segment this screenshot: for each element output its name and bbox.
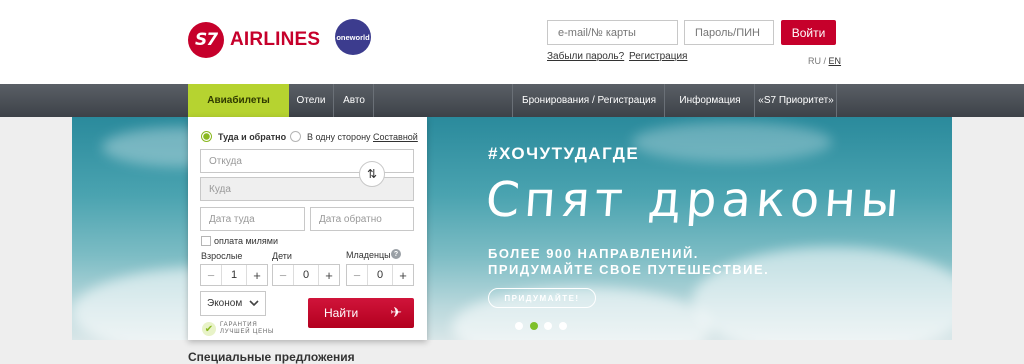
miles-label[interactable]: оплата милями (214, 236, 278, 246)
children-label: Дети (272, 251, 292, 261)
nav-flights[interactable]: Авиабилеты (188, 84, 289, 117)
nav-divider (836, 84, 837, 117)
banner-subtitle-line1: БОЛЕЕ 900 НАПРАВЛЕНИЙ. (488, 246, 699, 261)
oneworld-logo[interactable]: oneworld (335, 19, 371, 55)
nav-bookings[interactable]: Бронирования / Регистрация (514, 84, 664, 117)
search-flights-button[interactable]: Найти ✈ (308, 298, 414, 328)
nav-hotels[interactable]: Отели (289, 84, 333, 117)
infants-label: Младенцы (346, 250, 391, 260)
adults-stepper: − 1 + (200, 264, 268, 286)
nav-divider (333, 84, 334, 117)
logo-mark: S7 (188, 22, 224, 58)
infants-stepper: − 0 + (346, 264, 414, 286)
infants-plus-button[interactable]: + (393, 265, 413, 285)
banner-cta-button[interactable]: ПРИДУМАЙТЕ! (488, 288, 596, 308)
special-offers-title: Специальные предложения (188, 350, 355, 364)
forgot-password-link[interactable]: Забыли пароль? (547, 51, 624, 62)
slide-dot-4[interactable] (559, 322, 567, 330)
infants-minus-button[interactable]: − (347, 265, 367, 285)
depart-date-input[interactable]: Дата туда (200, 207, 305, 231)
site-header: S7 AIRLINES oneworld Войти Забыли пароль… (0, 0, 1024, 84)
airplane-icon: ✈ (390, 304, 402, 320)
return-date-input[interactable]: Дата обратно (310, 207, 414, 231)
cloud-decoration (692, 247, 952, 340)
infants-count: 0 (367, 265, 393, 285)
cabin-class-value: Эконом (207, 298, 243, 309)
guarantee-line1: ГАРАНТИЯ (220, 322, 258, 328)
search-button-label: Найти (324, 306, 359, 320)
cabin-class-select[interactable]: Эконом (200, 291, 266, 316)
adults-label: Взрослые (201, 251, 243, 261)
checkmark-icon: ✔ (202, 322, 216, 336)
slide-dot-3[interactable] (544, 322, 552, 330)
children-stepper: − 0 + (272, 264, 340, 286)
nav-divider (512, 84, 513, 117)
nav-divider (664, 84, 665, 117)
infants-help-icon[interactable]: ? (391, 249, 401, 259)
adults-plus-button[interactable]: + (247, 265, 267, 285)
children-plus-button[interactable]: + (319, 265, 339, 285)
email-field[interactable] (547, 20, 678, 45)
lang-separator: / (821, 56, 829, 66)
swap-route-icon[interactable]: ⇅ (359, 161, 385, 187)
miles-checkbox[interactable] (201, 236, 211, 246)
oneway-label[interactable]: В одну сторону (307, 132, 371, 142)
lang-ru[interactable]: RU (808, 56, 821, 66)
language-switcher: RU / EN (808, 56, 841, 66)
guarantee-line2: ЛУЧШЕЙ ЦЕНЫ (220, 329, 275, 335)
oneway-radio[interactable] (290, 131, 301, 142)
nav-divider (373, 84, 374, 117)
adults-count: 1 (221, 265, 247, 285)
lang-en[interactable]: EN (829, 56, 842, 66)
slide-dot-2[interactable] (530, 322, 538, 330)
register-link[interactable]: Регистрация (629, 51, 687, 62)
nav-priority[interactable]: «S7 Приоритет» (756, 84, 836, 117)
multi-city-link[interactable]: Составной (373, 132, 418, 142)
slide-dot-1[interactable] (515, 322, 523, 330)
banner-headline: Спят драконы (484, 172, 906, 228)
password-field[interactable] (684, 20, 774, 45)
children-count: 0 (293, 265, 319, 285)
banner-subtitle-line2: ПРИДУМАЙТЕ СВОЕ ПУТЕШЕСТВИЕ. (488, 262, 770, 277)
logo-text: AIRLINES (230, 29, 321, 50)
roundtrip-radio[interactable] (201, 131, 212, 142)
cloud-decoration (632, 122, 832, 162)
s7-logo[interactable]: S7 AIRLINES (188, 22, 320, 58)
nav-info[interactable]: Информация (666, 84, 754, 117)
nav-divider (754, 84, 755, 117)
adults-minus-button[interactable]: − (201, 265, 221, 285)
main-nav: Авиабилеты Отели Авто Бронирования / Рег… (0, 84, 1024, 117)
nav-cars[interactable]: Авто (335, 84, 373, 117)
banner-hashtag: #ХОЧУТУДАГДЕ (488, 144, 640, 163)
best-price-guarantee[interactable]: ✔ ГАРАНТИЯ ЛУЧШЕЙ ЦЕНЫ (202, 322, 274, 336)
chevron-down-icon (249, 298, 259, 309)
login-button[interactable]: Войти (781, 20, 836, 45)
children-minus-button[interactable]: − (273, 265, 293, 285)
guarantee-text: ГАРАНТИЯ ЛУЧШЕЙ ЦЕНЫ (220, 322, 274, 336)
roundtrip-label[interactable]: Туда и обратно (218, 132, 286, 142)
